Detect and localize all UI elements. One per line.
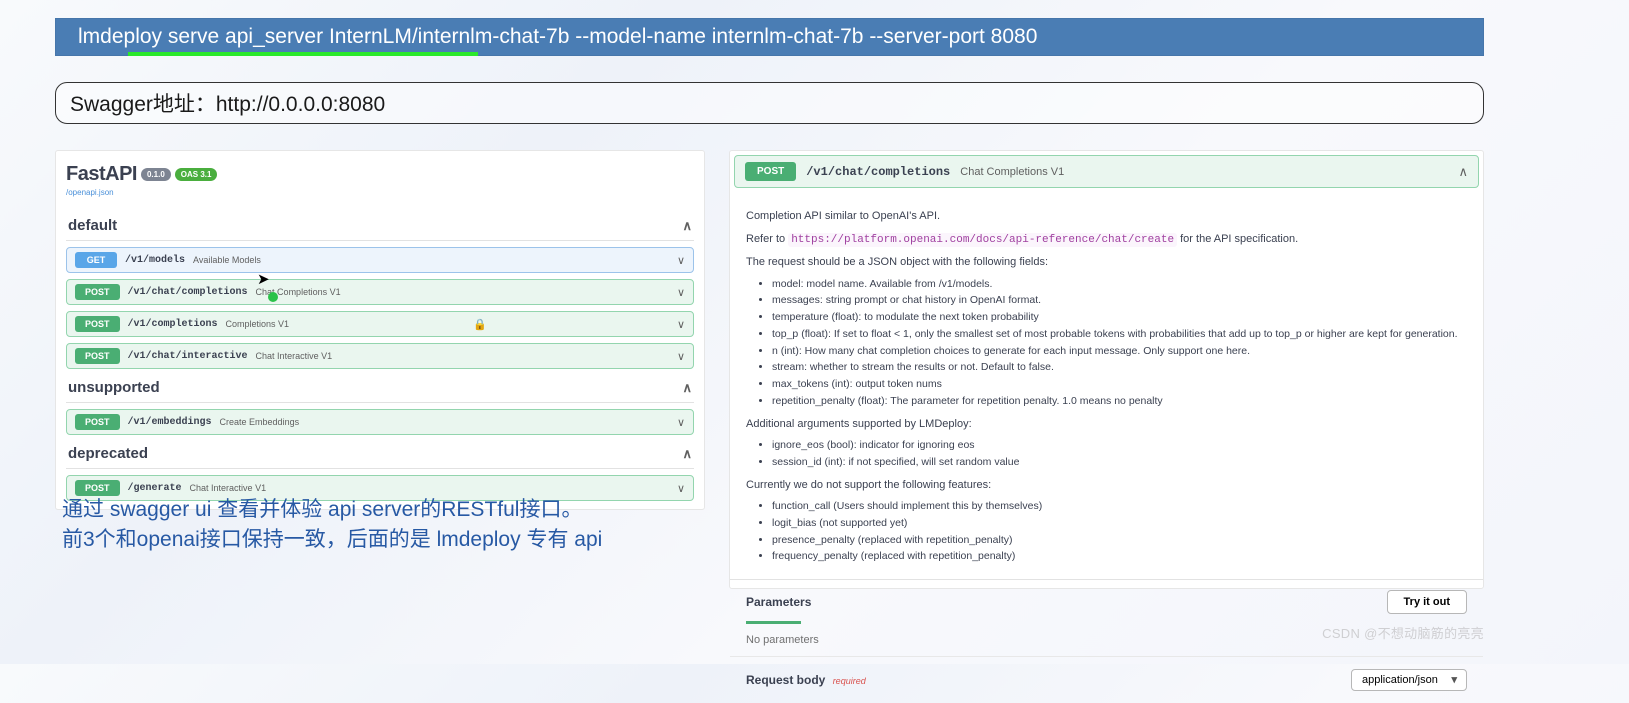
endpoint-row[interactable]: POST/v1/embeddings Create Embeddings ∨ bbox=[66, 409, 694, 435]
chevron-down-icon: ∨ bbox=[677, 318, 685, 331]
section-deprecated[interactable]: deprecated ∧ bbox=[66, 439, 694, 469]
endpoint-summary: Create Embeddings bbox=[220, 417, 300, 427]
try-it-out-button[interactable]: Try it out bbox=[1387, 590, 1467, 614]
api-spec-link[interactable]: https://platform.openai.com/docs/api-ref… bbox=[788, 233, 1177, 247]
list-item: ignore_eos (bool): indicator for ignorin… bbox=[772, 438, 1467, 454]
method-badge: GET bbox=[75, 252, 117, 268]
method-badge: POST bbox=[745, 162, 796, 181]
method-badge: POST bbox=[75, 284, 120, 300]
endpoint-summary: Chat Interactive V1 bbox=[256, 351, 333, 361]
chevron-down-icon: ∨ bbox=[677, 416, 685, 429]
decoration-curve bbox=[0, 200, 50, 400]
endpoint-path: /v1/completions bbox=[128, 319, 218, 330]
unsupported-intro: Currently we do not support the followin… bbox=[746, 477, 1467, 494]
endpoint-path: /v1/chat/completions bbox=[806, 165, 950, 179]
endpoint-path: /v1/models bbox=[125, 255, 185, 266]
endpoint-path: /v1/embeddings bbox=[128, 417, 212, 428]
additional-list: ignore_eos (bool): indicator for ignorin… bbox=[772, 438, 1467, 471]
intro-text: Completion API similar to OpenAI's API. bbox=[746, 208, 1467, 225]
lock-icon: 🔒 bbox=[473, 318, 487, 331]
swagger-address-text: Swagger地址：http://0.0.0.0:8080 bbox=[70, 88, 385, 118]
section-default[interactable]: default ∧ bbox=[66, 211, 694, 241]
fastapi-header: FastAPI 0.1.0 OAS 3.1 bbox=[66, 163, 694, 186]
refer-suffix: for the API specification. bbox=[1180, 233, 1298, 245]
method-badge: POST bbox=[75, 316, 120, 332]
refer-line: Refer to https://platform.openai.com/doc… bbox=[746, 231, 1467, 249]
chevron-up-icon: ∧ bbox=[682, 380, 692, 396]
endpoint-path: /v1/chat/interactive bbox=[128, 351, 248, 362]
chevron-up-icon: ∧ bbox=[1458, 164, 1468, 180]
section-title: default bbox=[68, 217, 117, 234]
note-line-2: 前3个和openai接口保持一致，后面的是 lmdeploy 专有 api bbox=[62, 525, 712, 555]
oas-badge: OAS 3.1 bbox=[175, 168, 218, 181]
fields-list: model: model name. Available from /v1/mo… bbox=[772, 277, 1467, 410]
annotation-note: 通过 swagger ui 查看并体验 api server的RESTful接口… bbox=[62, 495, 712, 556]
list-item: max_tokens (int): output token nums bbox=[772, 377, 1467, 393]
parameters-label: Parameters bbox=[746, 595, 811, 609]
version-badge: 0.1.0 bbox=[141, 168, 171, 181]
watermark-text: CSDN @不想动脑筋的亮亮 bbox=[1322, 623, 1484, 642]
fastapi-title: FastAPI bbox=[66, 163, 137, 186]
swagger-ui-panel: FastAPI 0.1.0 OAS 3.1 /openapi.json defa… bbox=[55, 150, 705, 510]
endpoint-description: Completion API similar to OpenAI's API. … bbox=[730, 192, 1483, 579]
list-item: repetition_penalty (float): The paramete… bbox=[772, 394, 1467, 410]
endpoint-summary: Chat Completions V1 bbox=[960, 166, 1064, 178]
list-item: frequency_penalty (replaced with repetit… bbox=[772, 549, 1467, 565]
endpoint-row[interactable]: POST/v1/completions Completions V1 🔒 ∨ bbox=[66, 311, 694, 337]
list-item: model: model name. Available from /v1/mo… bbox=[772, 277, 1467, 293]
method-badge: POST bbox=[75, 348, 120, 364]
section-title: unsupported bbox=[68, 379, 160, 396]
list-item: n (int): How many chat completion choice… bbox=[772, 344, 1467, 360]
list-item: function_call (Users should implement th… bbox=[772, 499, 1467, 515]
command-text: lmdeploy serve api_server InternLM/inter… bbox=[78, 25, 1037, 49]
chevron-up-icon: ∧ bbox=[682, 218, 692, 234]
endpoint-header[interactable]: POST /v1/chat/completions Chat Completio… bbox=[734, 155, 1479, 188]
list-item: stream: whether to stream the results or… bbox=[772, 360, 1467, 376]
list-item: messages: string prompt or chat history … bbox=[772, 293, 1467, 309]
refer-prefix: Refer to bbox=[746, 233, 788, 245]
body-label-text: Request body bbox=[746, 673, 825, 687]
endpoint-path: /generate bbox=[128, 483, 182, 494]
endpoint-summary: Chat Interactive V1 bbox=[190, 483, 267, 493]
endpoint-row[interactable]: GET/v1/models Available Models ∨ bbox=[66, 247, 694, 273]
endpoint-row[interactable]: POST/v1/chat/interactive Chat Interactive… bbox=[66, 343, 694, 369]
additional-intro: Additional arguments supported by LMDepl… bbox=[746, 416, 1467, 433]
list-item: presence_penalty (replaced with repetiti… bbox=[772, 533, 1467, 549]
content-type-select[interactable]: application/json bbox=[1351, 669, 1467, 691]
content-type-wrap: application/json bbox=[1351, 669, 1467, 691]
unsupported-list: function_call (Users should implement th… bbox=[772, 499, 1467, 565]
swagger-address-box: Swagger地址：http://0.0.0.0:8080 bbox=[55, 82, 1484, 124]
method-badge: POST bbox=[75, 414, 120, 430]
list-item: top_p (float): If set to float < 1, only… bbox=[772, 327, 1467, 343]
command-bar: lmdeploy serve api_server InternLM/inter… bbox=[55, 18, 1484, 56]
section-unsupported[interactable]: unsupported ∧ bbox=[66, 373, 694, 403]
request-intro: The request should be a JSON object with… bbox=[746, 254, 1467, 271]
endpoint-path: /v1/chat/completions bbox=[128, 287, 248, 298]
request-body-label: Request body required bbox=[746, 673, 866, 687]
required-tag: required bbox=[833, 676, 866, 686]
method-badge: POST bbox=[75, 480, 120, 496]
endpoint-summary: Completions V1 bbox=[226, 319, 290, 329]
chevron-down-icon: ∨ bbox=[677, 482, 685, 495]
endpoint-summary: Available Models bbox=[193, 255, 261, 265]
endpoint-detail-panel: POST /v1/chat/completions Chat Completio… bbox=[729, 150, 1484, 589]
endpoint-row[interactable]: POST/v1/chat/completionsChat Completions… bbox=[66, 279, 694, 305]
laser-pointer-icon bbox=[268, 292, 278, 302]
highlight-underline bbox=[128, 52, 478, 56]
list-item: session_id (int): if not specified, will… bbox=[772, 455, 1467, 471]
parameters-bar: Parameters Try it out bbox=[730, 579, 1483, 624]
chevron-up-icon: ∧ bbox=[682, 446, 692, 462]
chevron-down-icon: ∨ bbox=[677, 286, 685, 299]
list-item: temperature (float): to modulate the nex… bbox=[772, 310, 1467, 326]
chevron-down-icon: ∨ bbox=[677, 350, 685, 363]
chevron-down-icon: ∨ bbox=[677, 254, 685, 267]
list-item: logit_bias (not supported yet) bbox=[772, 516, 1467, 532]
section-title: deprecated bbox=[68, 445, 148, 462]
note-line-1: 通过 swagger ui 查看并体验 api server的RESTful接口… bbox=[62, 495, 712, 525]
openapi-link[interactable]: /openapi.json bbox=[66, 188, 694, 197]
